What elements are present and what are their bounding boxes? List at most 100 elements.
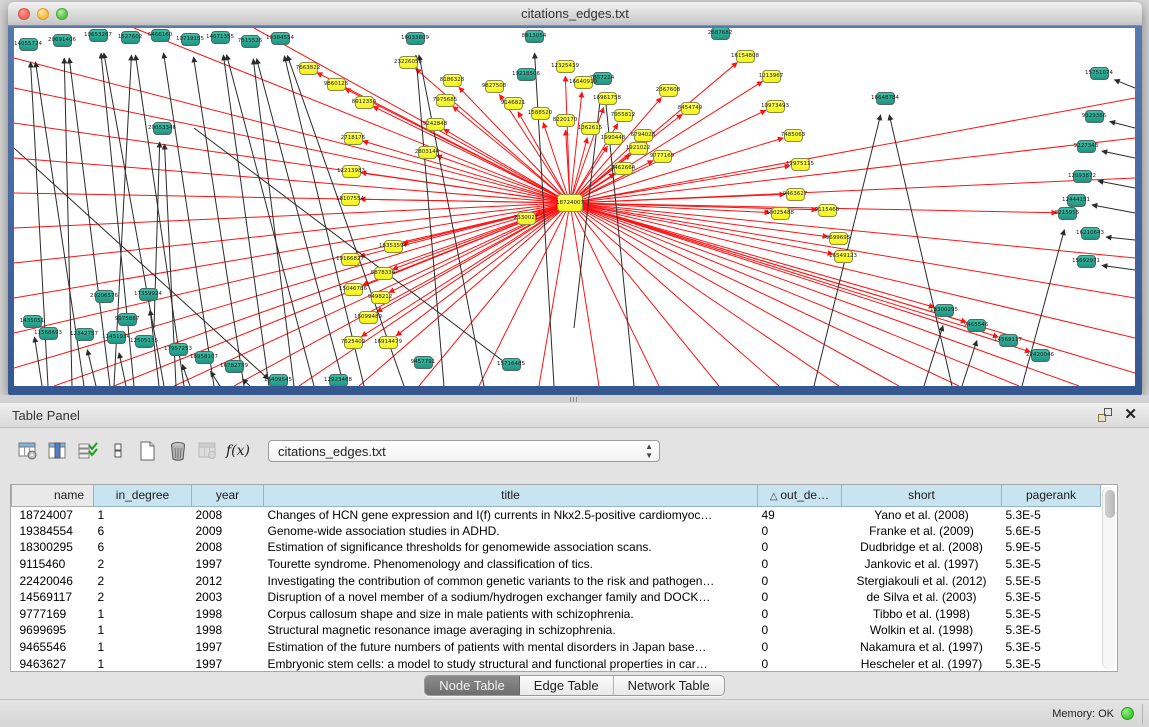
graph-node[interactable]: 1990448 [604,132,623,145]
table-cell[interactable]: Nakamura et al. (1997) [842,639,1002,656]
graph-node[interactable]: 2687682 [711,28,730,40]
graph-node[interactable]: 12325419 [556,60,575,73]
graph-node[interactable]: 6466160 [151,29,170,42]
table-cell[interactable]: 19384554 [12,523,94,540]
table-cell[interactable]: 9463627 [12,655,94,672]
table-cell[interactable]: 2 [94,572,192,589]
table-cell[interactable]: Franke et al. (2009) [842,523,1002,540]
graph-node[interactable]: 8215955 [1058,207,1077,220]
graph-node[interactable]: 12505135 [135,335,154,348]
graph-node[interactable]: 8220170 [556,114,575,127]
table-cell[interactable]: Embryonic stem cells: a model to study s… [264,655,758,672]
graph-node[interactable]: 18107554 [341,193,360,206]
graph-node[interactable]: 9860125 [327,78,346,91]
graph-node[interactable]: 10719155 [181,33,200,46]
table-cell[interactable]: 18300295 [12,539,94,556]
table-cell[interactable]: Genome-wide association studies in ADHD. [264,523,758,540]
table-cell[interactable]: Wolkin et al. (1998) [842,622,1002,639]
graph-node[interactable]: 9465546 [967,319,986,332]
table-row[interactable]: 1872400712008Changes of HCN gene express… [12,506,1101,523]
graph-node[interactable]: 19218506 [517,68,536,81]
table-cell[interactable]: Corpus callosum shape and size in male p… [264,606,758,623]
memory-status-icon[interactable] [1121,707,1134,720]
graph-node[interactable]: 12444151 [1067,194,1086,207]
graph-node[interactable]: 9115460 [818,204,837,217]
table-row[interactable]: 1456911722003Disruption of a novel membe… [12,589,1101,606]
table-cell[interactable]: 5.3E-5 [1002,556,1101,573]
table-cell[interactable]: 5.5E-5 [1002,572,1101,589]
graph-node[interactable]: 2367608 [659,84,678,97]
table-row[interactable]: 946362711997Embryonic stem cells: a mode… [12,655,1101,672]
graph-node[interactable]: 15046786 [344,283,363,296]
table-cell[interactable]: 9115460 [12,556,94,573]
tab-network-table[interactable]: Network Table [614,676,724,695]
table-cell[interactable]: 0 [758,589,842,606]
table-row[interactable]: 1938455462009Genome-wide association stu… [12,523,1101,540]
column-chooser-icon[interactable] [44,439,72,463]
delete-table-icon[interactable] [164,439,192,463]
table-cell[interactable]: de Silva et al. (2003) [842,589,1002,606]
function-builder-icon[interactable]: f(x) [224,439,252,463]
table-cell[interactable]: 18724007 [12,506,94,523]
graph-node[interactable]: 9457791 [414,356,433,369]
table-cell[interactable]: 2 [94,556,192,573]
graph-node[interactable]: 10973493 [766,100,785,113]
new-table-icon[interactable] [134,439,162,463]
graph-node[interactable]: 12342757 [75,328,94,341]
graph-node[interactable]: 15716485 [502,358,521,371]
graph-node[interactable]: 6794028 [634,129,653,142]
graph-node[interactable]: 11568693 [39,327,58,340]
table-cell[interactable]: Tourette syndrome. Phenomenology and cla… [264,556,758,573]
table-cell[interactable]: 1 [94,655,192,672]
table-cell[interactable]: Changes of HCN gene expression and I(f) … [264,506,758,523]
graph-node[interactable]: 9827508 [485,80,504,93]
graph-node[interactable]: 1213967 [762,70,781,83]
graph-node[interactable]: 19384554 [271,32,290,45]
graph-node[interactable]: 17359924 [139,288,158,301]
graph-node[interactable]: 9463627 [786,188,805,201]
table-cell[interactable]: Estimation of the future numbers of pati… [264,639,758,656]
graph-node[interactable]: 2330027 [517,212,536,225]
table-cell[interactable]: 0 [758,655,842,672]
graph-node[interactable]: 9242848 [426,118,445,131]
tab-edge-table[interactable]: Edge Table [520,676,614,695]
graph-node[interactable]: 9498212 [371,291,390,304]
column-header-name[interactable]: name [12,485,94,506]
table-cell[interactable]: 5.3E-5 [1002,506,1101,523]
graph-node[interactable]: 8186328 [443,74,462,87]
table-cell[interactable]: 1998 [192,606,264,623]
table-cell[interactable]: 9699695 [12,622,94,639]
graph-node[interactable]: 7663822 [299,62,318,75]
graph-node[interactable]: 8813054 [525,30,544,43]
table-header-row[interactable]: namein_degreeyeartitle△ out_de…shortpage… [12,485,1101,506]
table-cell[interactable]: 2008 [192,506,264,523]
table-row[interactable]: 1830029562008Estimation of significance … [12,539,1101,556]
graph-node[interactable]: 16648784 [876,92,895,105]
table-settings-icon[interactable] [14,439,42,463]
table-cell[interactable]: Estimation of significance thresholds fo… [264,539,758,556]
graph-node[interactable]: 16033809 [406,32,425,45]
graph-node[interactable]: 19166827 [341,253,360,266]
table-cell[interactable]: 1 [94,606,192,623]
graph-node[interactable]: 8912354 [355,96,374,109]
graph-node[interactable]: 16914479 [379,336,398,349]
table-cell[interactable]: 6 [94,539,192,556]
graph-node[interactable]: 16353594 [384,240,403,253]
graph-node[interactable]: 9699695 [829,232,848,245]
table-cell[interactable]: 5.3E-5 [1002,639,1101,656]
graph-node[interactable]: 16099489 [359,311,378,324]
graph-node[interactable]: 20691406 [53,34,72,47]
graph-node[interactable]: 23226058 [399,56,418,69]
graph-node[interactable]: 20053346 [153,122,172,135]
close-panel-icon[interactable]: ✕ [1124,408,1137,422]
graph-node[interactable]: 17957253 [169,343,188,356]
graph-node[interactable]: 14569117 [999,334,1018,347]
table-row[interactable]: 969969511998Structural magnetic resonanc… [12,622,1101,639]
table-cell[interactable]: 0 [758,622,842,639]
table-cell[interactable]: Investigating the contribution of common… [264,572,758,589]
table-cell[interactable]: Structural magnetic resonance image aver… [264,622,758,639]
table-cell[interactable]: 2012 [192,572,264,589]
table-cell[interactable]: 0 [758,639,842,656]
table-cell[interactable]: 5.3E-5 [1002,655,1101,672]
column-header-year[interactable]: year [192,485,264,506]
